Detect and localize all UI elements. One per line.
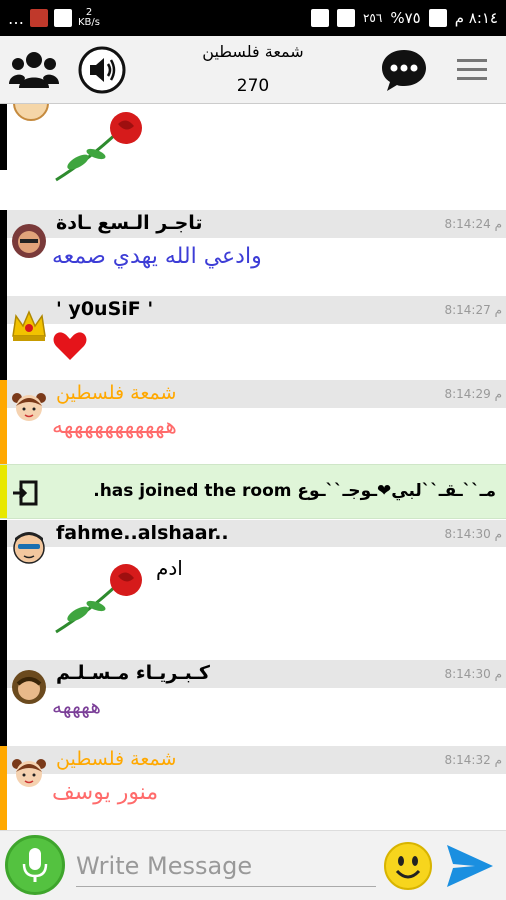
man-avatar-icon bbox=[13, 532, 45, 564]
sim-icon bbox=[310, 9, 329, 27]
send-button[interactable] bbox=[445, 843, 495, 889]
enter-room-icon bbox=[13, 480, 38, 506]
sender-name[interactable]: تاجـر الـسع ـادة bbox=[56, 212, 203, 234]
sender-name[interactable]: شمعة فلسطين bbox=[56, 748, 176, 770]
message-time: 8:14:29 م bbox=[444, 387, 502, 401]
message-text: ههههه bbox=[52, 694, 101, 718]
girl-avatar-icon bbox=[12, 393, 46, 421]
network-speed-icon: 2 KB/s bbox=[78, 7, 100, 28]
sender-name[interactable]: كـبـريـاء مـسـلـم bbox=[56, 662, 210, 684]
list-item: تاجـر الـسع ـادة 8:14:24 م وادعي الله يه… bbox=[0, 210, 506, 296]
gallery-notification-icon bbox=[54, 9, 72, 27]
users-icon bbox=[9, 52, 59, 88]
user-count: 270 bbox=[236, 76, 270, 96]
message-time: 8:14:30 م bbox=[444, 527, 502, 541]
girl-avatar-icon bbox=[12, 759, 46, 787]
user-avatar-icon bbox=[12, 224, 46, 258]
app-notification-icon bbox=[30, 9, 48, 27]
list-item: كـبـريـاء مـسـلـم 8:14:30 م ههههه bbox=[0, 660, 506, 746]
signal-icon bbox=[336, 9, 355, 27]
battery-text: %٧٥ bbox=[390, 9, 421, 27]
room-title: شمعة فلسطين bbox=[202, 42, 304, 61]
room-toolbar: شمعة فلسطين 270 bbox=[0, 36, 506, 104]
message-text: منور يوسف bbox=[52, 780, 159, 805]
status-bar: … 2 KB/s ٢٥٦ %٧٥ ٨:١٤ م bbox=[0, 0, 506, 36]
chat-list-button[interactable] bbox=[378, 44, 430, 96]
chat-screen: … 2 KB/s ٢٥٦ %٧٥ ٨:١٤ م شمعة فلسطين 270 … bbox=[0, 0, 506, 900]
message-text: ادم bbox=[156, 556, 183, 580]
message-text: وادعي الله يهدي صمعه bbox=[52, 244, 262, 269]
message-time: 8:14:32 م bbox=[444, 753, 502, 767]
message-text: هههههههههههه bbox=[52, 414, 177, 439]
chat-list[interactable]: تاجـر الـسع ـادة 8:14:24 م وادعي الله يه… bbox=[0, 104, 506, 830]
message-input[interactable] bbox=[76, 845, 376, 887]
join-notice: مـ``ـقـ``لبي❤ـوجـ``ـوع has joined the ro… bbox=[0, 464, 506, 519]
user-avatar-icon bbox=[13, 104, 49, 121]
crown-avatar-icon bbox=[12, 310, 46, 341]
rose-sticker-icon bbox=[55, 112, 142, 182]
message-time: 8:14:27 م bbox=[444, 303, 502, 317]
sender-name[interactable]: fahme..alshaar.. bbox=[56, 522, 229, 544]
list-item: ' y0uSiF ' 8:14:27 م bbox=[0, 296, 506, 380]
hamburger-icon bbox=[457, 59, 487, 80]
clock-text: ٨:١٤ م bbox=[454, 9, 498, 27]
emoji-button[interactable] bbox=[383, 841, 433, 891]
sender-name[interactable]: ' y0uSiF ' bbox=[56, 298, 153, 320]
speaker-icon bbox=[78, 46, 126, 94]
list-item: شمعة فلسطين 8:14:29 م هههههههههههه bbox=[0, 380, 506, 464]
more-dots-icon: … bbox=[8, 8, 24, 28]
message-time: 8:14:24 م bbox=[444, 217, 502, 231]
network-small-text: ٢٥٦ bbox=[362, 11, 383, 25]
user-avatar-icon bbox=[12, 670, 46, 704]
speaker-button[interactable] bbox=[76, 44, 128, 96]
message-composer bbox=[0, 830, 506, 900]
join-notice-text: مـ``ـقـ``لبي❤ـوجـ``ـوع has joined the ro… bbox=[93, 481, 496, 501]
microphone-icon bbox=[22, 848, 48, 882]
message-time: 8:14:30 م bbox=[444, 667, 502, 681]
users-button[interactable] bbox=[8, 44, 60, 96]
status-left-icons: … 2 KB/s bbox=[8, 6, 100, 30]
chat-bubble-icon bbox=[382, 50, 426, 91]
voice-record-button[interactable] bbox=[5, 835, 65, 895]
status-right-icons: ٢٥٦ %٧٥ ٨:١٤ م bbox=[310, 4, 498, 32]
list-item: fahme..alshaar.. 8:14:30 م ادم bbox=[0, 520, 506, 660]
list-item bbox=[0, 104, 506, 182]
list-item: شمعة فلسطين 8:14:32 م منور يوسف bbox=[0, 746, 506, 830]
battery-icon bbox=[428, 9, 447, 27]
menu-button[interactable] bbox=[446, 44, 498, 96]
heart-sticker-icon bbox=[53, 332, 87, 360]
sender-name[interactable]: شمعة فلسطين bbox=[56, 382, 176, 404]
rose-sticker-icon bbox=[55, 564, 142, 634]
